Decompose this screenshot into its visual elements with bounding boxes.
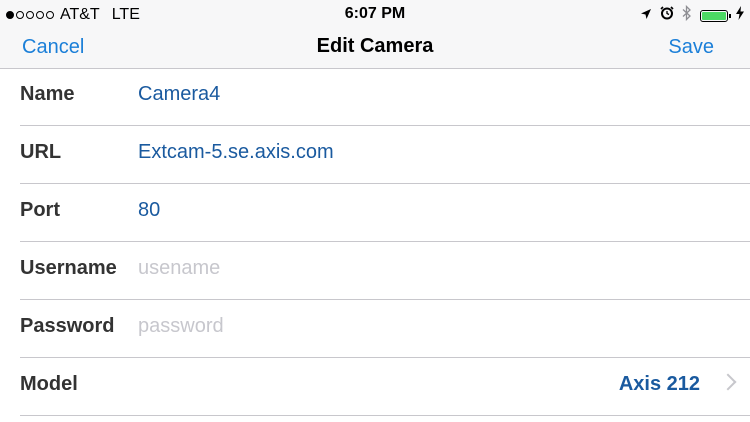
status-time: 6:07 PM xyxy=(344,5,406,22)
name-field[interactable] xyxy=(138,83,698,106)
battery-icon xyxy=(700,9,731,22)
model-label: Model xyxy=(20,373,78,395)
status-bar: AT&T LTE 6:07 PM xyxy=(0,0,750,30)
model-row[interactable]: Model Axis 212 xyxy=(20,358,750,416)
model-value: Axis 212 xyxy=(618,373,700,395)
page-title: Edit Camera xyxy=(316,35,434,57)
battery-level xyxy=(702,11,726,20)
password-label: Password xyxy=(20,315,115,337)
username-row: Username xyxy=(20,242,750,300)
url-row: URL xyxy=(20,126,750,184)
port-label: Port xyxy=(20,199,60,221)
status-icons xyxy=(640,4,744,26)
bluetooth-icon xyxy=(682,4,692,26)
username-field[interactable] xyxy=(138,257,698,280)
url-field[interactable] xyxy=(138,141,698,164)
camera-form: Name URL Port Username Password Model Ax… xyxy=(0,68,750,416)
port-row: Port xyxy=(20,184,750,242)
username-label: Username xyxy=(20,257,117,279)
password-row: Password xyxy=(20,300,750,358)
alarm-icon xyxy=(660,6,674,25)
chevron-right-icon xyxy=(719,373,737,391)
name-row: Name xyxy=(20,68,750,126)
name-label: Name xyxy=(20,83,75,105)
charging-bolt-icon xyxy=(736,6,744,25)
password-field[interactable] xyxy=(138,315,698,338)
url-label: URL xyxy=(20,141,62,163)
navigation-bar: Cancel Edit Camera Save xyxy=(0,30,750,69)
save-button[interactable]: Save xyxy=(668,36,714,59)
location-arrow-icon xyxy=(640,7,652,25)
port-field[interactable] xyxy=(138,199,698,222)
